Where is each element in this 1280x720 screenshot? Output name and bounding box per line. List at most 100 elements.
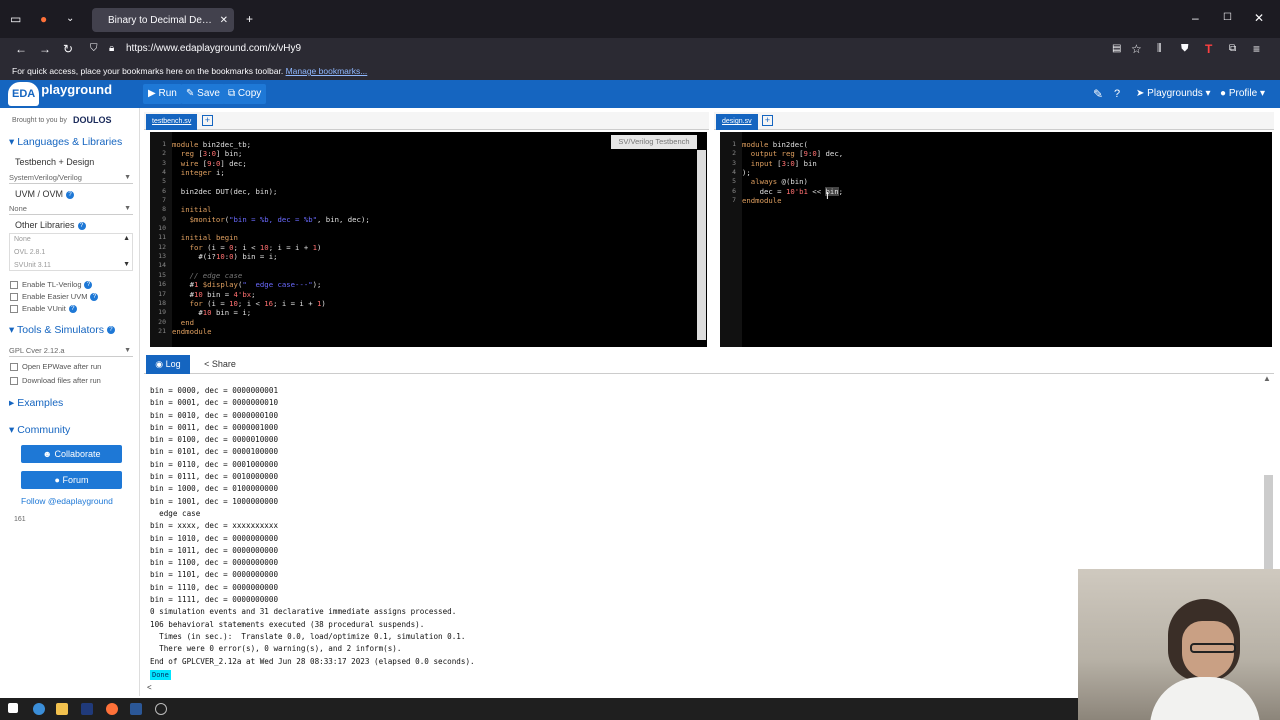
checkbox-label: Enable VUnit	[22, 304, 66, 313]
app-icon[interactable]	[81, 703, 93, 715]
menu-icon[interactable]: ≡	[1253, 42, 1260, 56]
pocket-icon[interactable]: ⛊	[1181, 42, 1189, 56]
enable-vunit-checkbox[interactable]: Enable VUnit?	[10, 304, 77, 313]
library-item[interactable]: OVL 2.8.1	[14, 249, 45, 256]
chevron-down-icon[interactable]: ⌄	[66, 12, 74, 26]
manage-bookmarks-link[interactable]: Manage bookmarks...	[286, 66, 368, 76]
scroll-up-icon[interactable]: ▲	[123, 235, 130, 242]
run-button[interactable]: ▶ Run	[143, 84, 182, 104]
new-tab-icon[interactable]: +	[246, 12, 253, 26]
log-line: 106 behavioral statements executed (38 p…	[150, 619, 425, 629]
brought-by-text: Brought to you by	[12, 117, 67, 124]
tab-list-icon[interactable]: ▭	[10, 12, 21, 26]
help-icon[interactable]: ?	[1114, 84, 1120, 104]
checkbox-box[interactable]	[10, 292, 18, 301]
other-libraries-title: Other Libraries	[15, 220, 75, 230]
firefox-taskbar-icon[interactable]	[106, 703, 118, 715]
uvm-select[interactable]: None ▼	[9, 203, 133, 215]
tools-section[interactable]: ▾ Tools & Simulators?	[9, 324, 115, 336]
checkbox-box[interactable]	[10, 280, 18, 289]
save-button[interactable]: ✎ Save	[181, 84, 225, 104]
info-icon[interactable]: ?	[84, 280, 93, 289]
info-icon[interactable]: ?	[66, 190, 75, 199]
maximize-icon[interactable]: ☐	[1223, 11, 1232, 25]
library-icon[interactable]: ⫼	[1157, 42, 1162, 56]
log-icon: ◉	[155, 359, 166, 369]
languages-section[interactable]: ▾ Languages & Libraries	[9, 136, 122, 148]
collaborate-button[interactable]: ☻ Collaborate	[21, 445, 122, 463]
testbench-language-label: SV/Verilog Testbench	[611, 135, 697, 149]
folder-icon[interactable]	[56, 703, 68, 715]
checkbox-label: Open EPWave after run	[22, 362, 102, 371]
examples-section[interactable]: ▸ Examples	[9, 397, 63, 409]
window-close-icon[interactable]: ✕	[1254, 11, 1264, 25]
log-line: bin = 0011, dec = 0000001000	[150, 422, 279, 432]
info-icon[interactable]: ?	[106, 326, 115, 335]
checkbox-box[interactable]	[10, 362, 18, 371]
minimize-icon[interactable]: –	[1192, 11, 1199, 25]
tab-testbench[interactable]: testbench.sv	[146, 114, 198, 130]
language-select[interactable]: SystemVerilog/Verilog ▼	[9, 172, 133, 184]
eda-logo[interactable]: EDA playground	[8, 81, 112, 107]
reload-icon[interactable]: ↻	[63, 42, 73, 56]
enable-easier-uvm-checkbox[interactable]: Enable Easier UVM?	[10, 292, 99, 301]
tab-active[interactable]: Binary to Decimal Decoder - ED ✕	[92, 8, 234, 32]
forward-icon[interactable]: →	[39, 42, 51, 56]
enable-tl-verilog-checkbox[interactable]: Enable TL-Verilog?	[10, 280, 93, 289]
extensions-icon[interactable]: ⧉	[1229, 42, 1236, 56]
log-scrollbar[interactable]	[1264, 475, 1273, 570]
doulos-logo[interactable]: DOULOS	[73, 115, 112, 125]
extension-t-icon[interactable]: T	[1205, 42, 1212, 56]
tab-design[interactable]: design.sv	[716, 114, 758, 130]
info-icon[interactable]: ?	[68, 304, 77, 313]
edit-icon[interactable]: ✎	[1093, 84, 1103, 104]
community-section[interactable]: ▾ Community	[9, 424, 70, 436]
log-line: bin = 1110, dec = 0000000000	[150, 582, 279, 592]
scroll-up-icon[interactable]: ▲	[1263, 374, 1271, 383]
tool-select[interactable]: GPL Cver 2.12.a ▼	[9, 345, 133, 357]
log-prompt[interactable]: <	[147, 683, 152, 692]
chevron-down-icon: ▼	[124, 205, 131, 212]
profile-menu[interactable]: ● Profile ▾	[1220, 84, 1265, 104]
info-icon[interactable]: ?	[77, 221, 86, 230]
browser-icon[interactable]	[33, 703, 45, 715]
settings-icon[interactable]	[155, 703, 167, 715]
library-list[interactable]: None OVL 2.8.1 SVUnit 3.11 ▲ ▼	[9, 233, 133, 271]
library-item[interactable]: None	[14, 236, 31, 243]
log-line: Times (in sec.): Translate 0.0, load/opt…	[150, 631, 466, 641]
library-item[interactable]: SVUnit 3.11	[14, 262, 51, 269]
log-tab-bar	[144, 354, 1274, 374]
open-epwave-checkbox[interactable]: Open EPWave after run	[10, 362, 101, 371]
checkbox-box[interactable]	[10, 376, 18, 385]
reader-view-icon[interactable]: ▤	[1112, 42, 1121, 56]
save-label: Save	[197, 88, 220, 99]
url-bar[interactable]: https://www.edaplayground.com/x/vHy9	[88, 40, 1100, 58]
checkbox-label: Enable TL-Verilog	[22, 280, 82, 289]
testbench-editor[interactable]: 1 2 3 4 5 6 7 8 9 10 11 12 13 14 15 16 1…	[150, 132, 707, 347]
tab-log[interactable]: ◉ Log	[146, 355, 190, 374]
windows-start-icon[interactable]	[8, 703, 18, 713]
testbench-code[interactable]: module bin2dec_tb; reg [3:0] bin; wire […	[172, 140, 370, 336]
checkbox-box[interactable]	[10, 304, 18, 313]
examples-title: Examples	[17, 397, 64, 409]
follower-count: 161	[14, 516, 26, 523]
scroll-down-icon[interactable]: ▼	[123, 261, 130, 268]
uvm-title: UVM / OVM	[15, 189, 64, 199]
info-icon[interactable]: ?	[90, 292, 99, 301]
forum-button[interactable]: ● Forum	[21, 471, 122, 489]
close-icon[interactable]: ✕	[220, 15, 228, 26]
playgrounds-menu[interactable]: ➤ Playgrounds ▾	[1136, 84, 1211, 104]
tab-share[interactable]: < Share	[198, 355, 242, 374]
log-line: bin = 0100, dec = 0000010000	[150, 435, 279, 445]
follow-link[interactable]: Follow @edaplayground	[21, 496, 113, 506]
bookmark-star-icon[interactable]: ☆	[1131, 42, 1142, 56]
add-file-button[interactable]: +	[202, 115, 213, 126]
design-editor[interactable]: 1 2 3 4 5 6 7 module bin2dec( output reg…	[720, 132, 1272, 347]
download-files-checkbox[interactable]: Download files after run	[10, 376, 101, 385]
word-icon[interactable]	[130, 703, 142, 715]
add-file-button[interactable]: +	[762, 115, 773, 126]
firefox-icon[interactable]: ●	[40, 12, 47, 26]
left-editor-scrollbar[interactable]	[697, 150, 706, 340]
back-icon[interactable]: ←	[15, 42, 27, 56]
copy-button[interactable]: ⧉ Copy	[223, 84, 267, 104]
